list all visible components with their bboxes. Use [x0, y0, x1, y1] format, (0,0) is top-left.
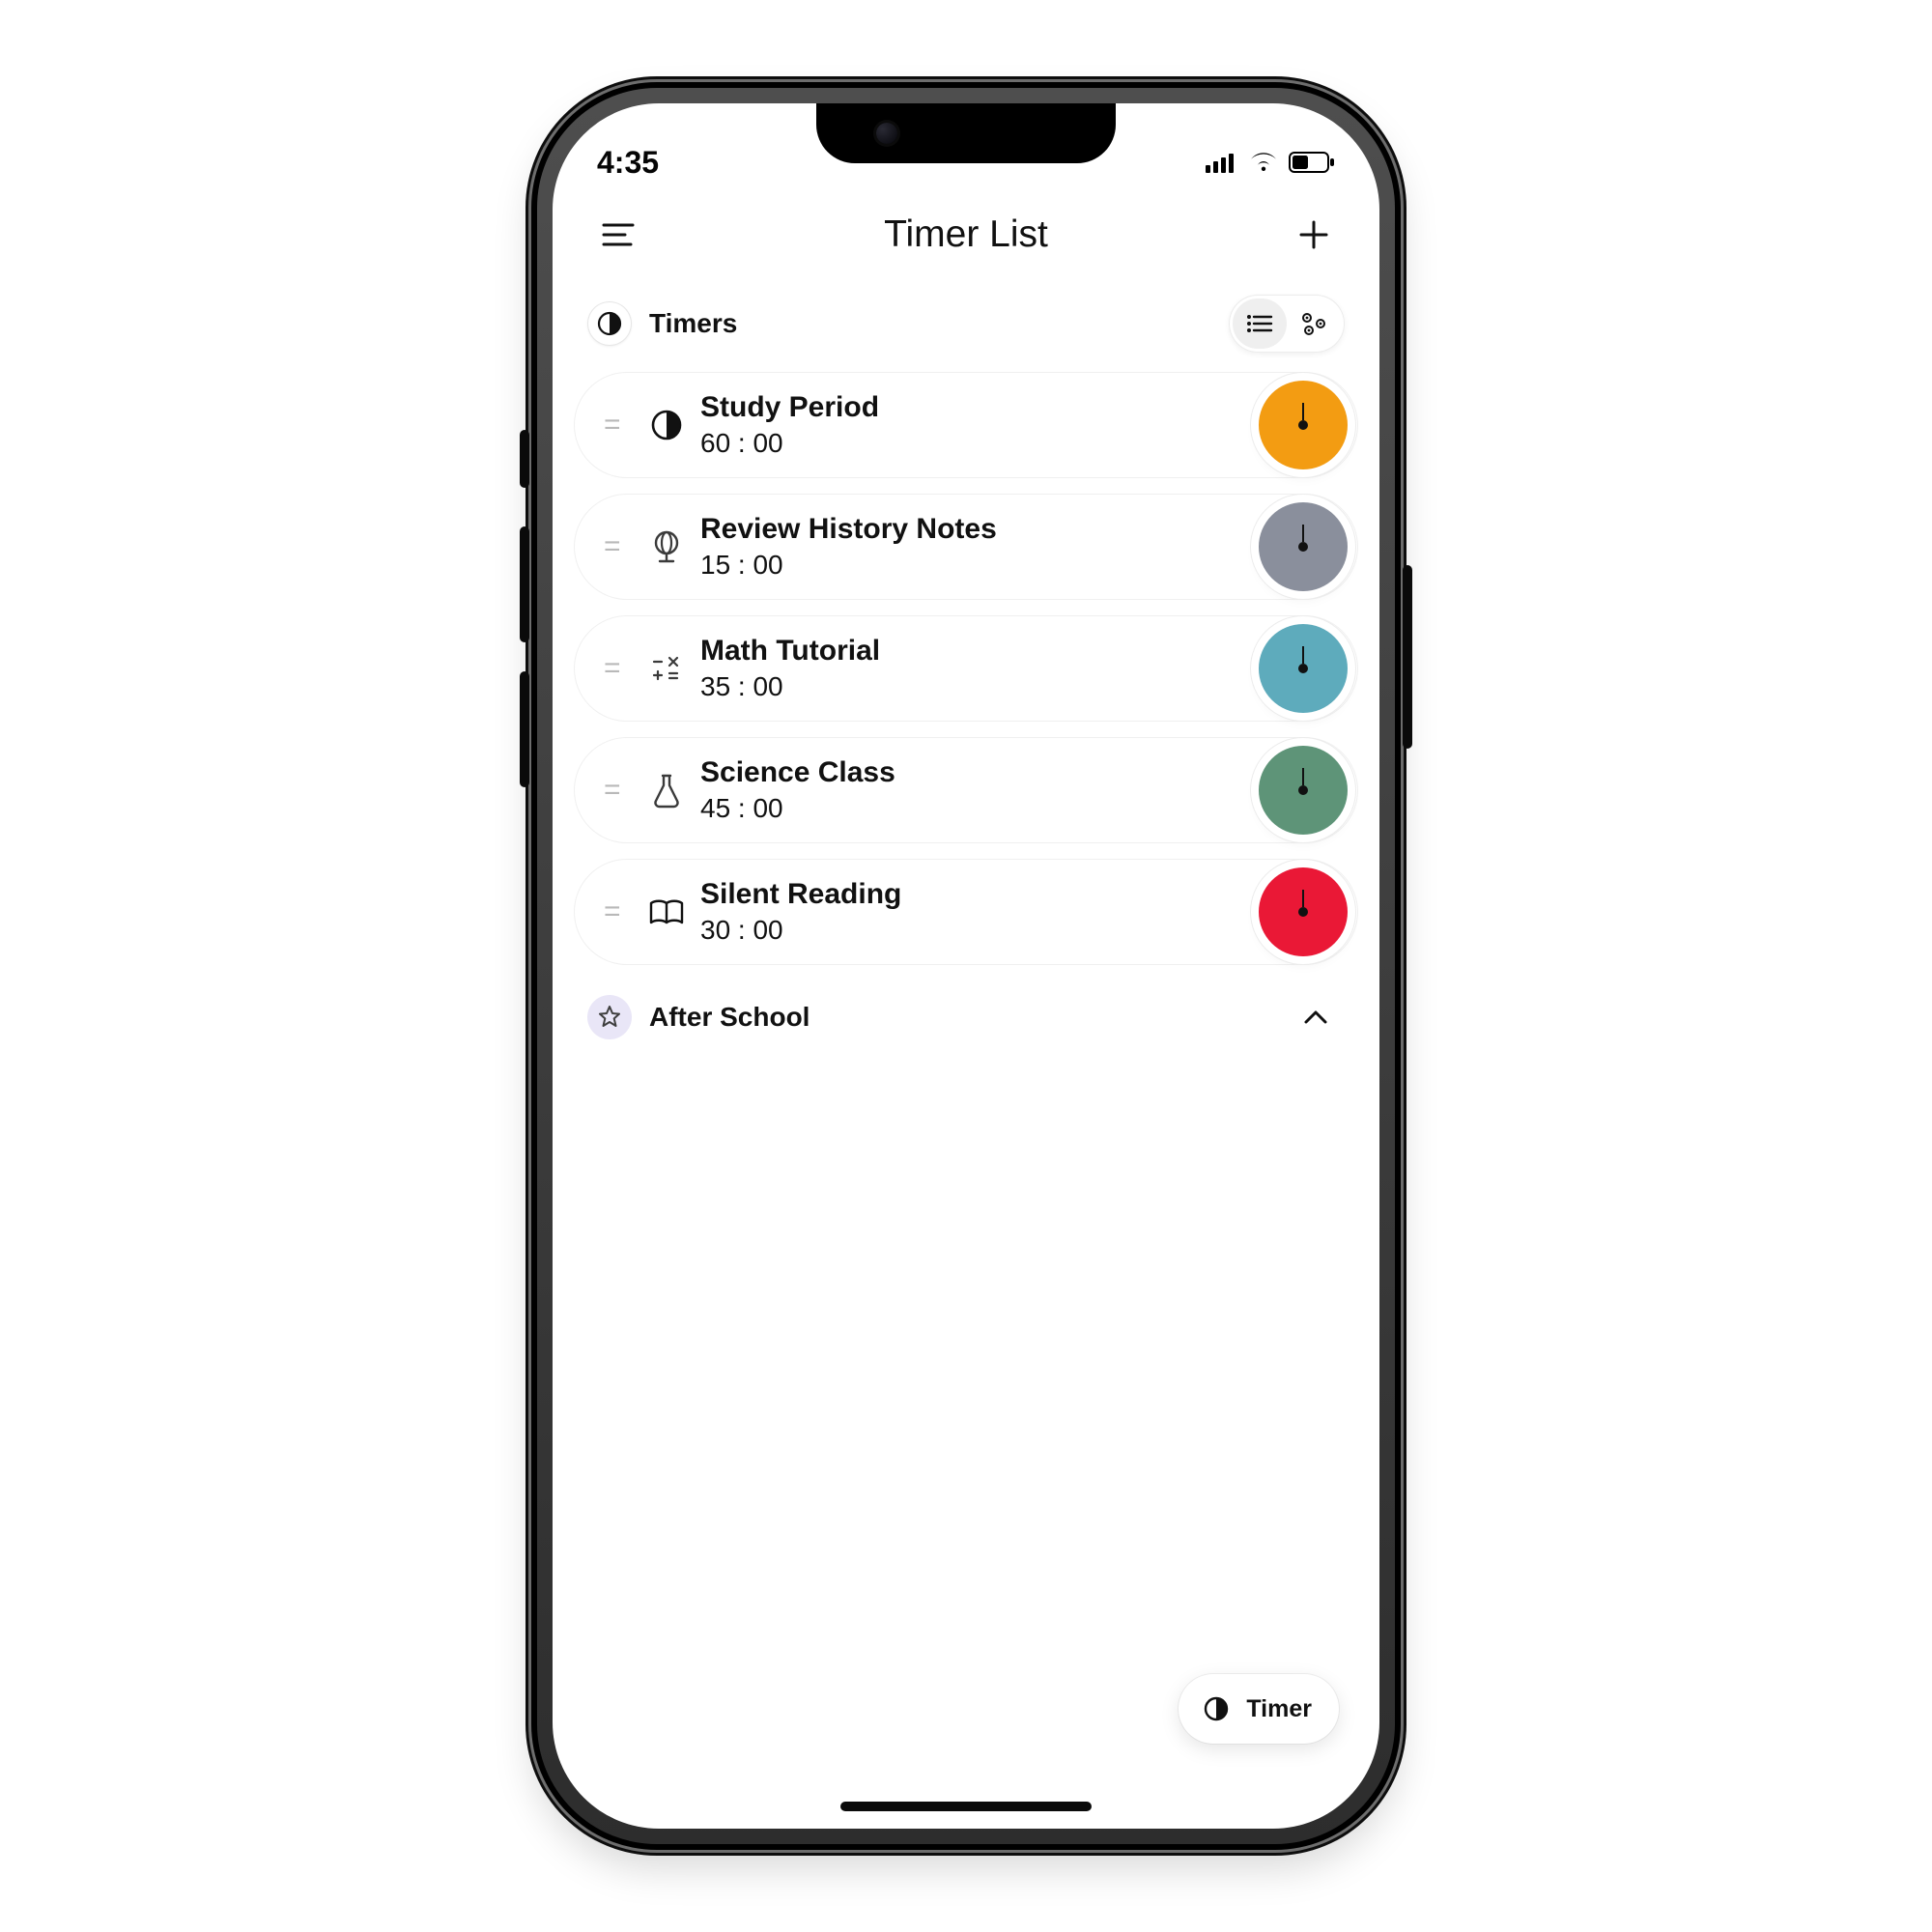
timer-knob-icon	[1298, 542, 1308, 552]
start-timer-button[interactable]	[1259, 867, 1348, 956]
device-volume-down	[520, 671, 529, 787]
category-icon	[639, 772, 695, 809]
section-after-school[interactable]: After School	[553, 965, 1379, 1040]
timer-knob-icon	[1298, 420, 1308, 430]
drag-handle-icon[interactable]: =	[604, 895, 639, 928]
section-label: Timers	[649, 308, 1211, 339]
start-timer-button[interactable]	[1259, 624, 1348, 713]
device-power-button	[1403, 565, 1412, 749]
timer-row[interactable]: = Science Class 45 : 00	[574, 737, 1358, 843]
view-toggle	[1229, 295, 1345, 353]
timer-row[interactable]: = Review History Notes 15 : 00	[574, 494, 1358, 600]
device-volume-up	[520, 526, 529, 642]
moon-icon	[649, 408, 684, 442]
book-icon	[647, 897, 686, 926]
globe-icon	[650, 528, 683, 565]
drag-handle-icon[interactable]: =	[604, 409, 639, 441]
start-timer-button[interactable]	[1259, 381, 1348, 469]
moon-icon	[1200, 1692, 1233, 1725]
category-icon	[639, 652, 695, 685]
category-icon	[639, 897, 695, 926]
timer-row[interactable]: = Study Period 60 : 00	[574, 372, 1358, 478]
plus-icon	[1297, 218, 1330, 251]
device-frame: 4:35 Timer List	[531, 82, 1401, 1850]
menu-button[interactable]	[595, 212, 641, 258]
timer-fab[interactable]: Timer	[1179, 1674, 1339, 1744]
device-notch	[816, 103, 1116, 163]
menu-icon	[602, 222, 635, 247]
timer-row[interactable]: = Silent Reading 30 : 00	[574, 859, 1358, 965]
chevron-up-icon	[1303, 1009, 1328, 1025]
category-icon	[639, 528, 695, 565]
section-label: After School	[649, 1002, 1275, 1033]
add-button[interactable]	[1291, 212, 1337, 258]
section-collapse-button[interactable]	[1293, 994, 1339, 1040]
view-list-button[interactable]	[1233, 298, 1287, 349]
page-title: Timer List	[884, 213, 1048, 256]
category-icon	[639, 408, 695, 442]
grid-view-icon	[1300, 311, 1327, 336]
moon-icon	[597, 311, 622, 336]
app-header: Timer List	[553, 190, 1379, 287]
star-icon	[597, 1005, 622, 1030]
timer-knob-icon	[1298, 907, 1308, 917]
home-indicator	[840, 1802, 1092, 1811]
list-view-icon	[1246, 313, 1273, 334]
timer-knob-icon	[1298, 664, 1308, 673]
battery-icon	[1289, 145, 1335, 181]
wifi-icon	[1248, 145, 1279, 181]
timer-list: = Study Period 60 : 00 = Review History …	[553, 372, 1379, 965]
timer-knob-icon	[1298, 785, 1308, 795]
drag-handle-icon[interactable]: =	[604, 652, 639, 685]
math-icon	[650, 652, 683, 685]
section-toggle-button[interactable]	[587, 301, 632, 346]
screen: 4:35 Timer List	[553, 103, 1379, 1829]
section-star-chip[interactable]	[587, 995, 632, 1039]
start-timer-button[interactable]	[1259, 746, 1348, 835]
cellular-icon	[1206, 145, 1238, 181]
flask-icon	[652, 772, 681, 809]
start-timer-button[interactable]	[1259, 502, 1348, 591]
status-time: 4:35	[597, 145, 659, 181]
view-grid-button[interactable]	[1287, 298, 1341, 349]
timer-row[interactable]: = Math Tutorial 35 : 00	[574, 615, 1358, 722]
device-camera	[876, 123, 897, 144]
fab-label: Timer	[1246, 1695, 1312, 1723]
drag-handle-icon[interactable]: =	[604, 774, 639, 807]
device-silence-switch	[520, 430, 529, 488]
drag-handle-icon[interactable]: =	[604, 530, 639, 563]
section-timers: Timers	[553, 287, 1379, 372]
